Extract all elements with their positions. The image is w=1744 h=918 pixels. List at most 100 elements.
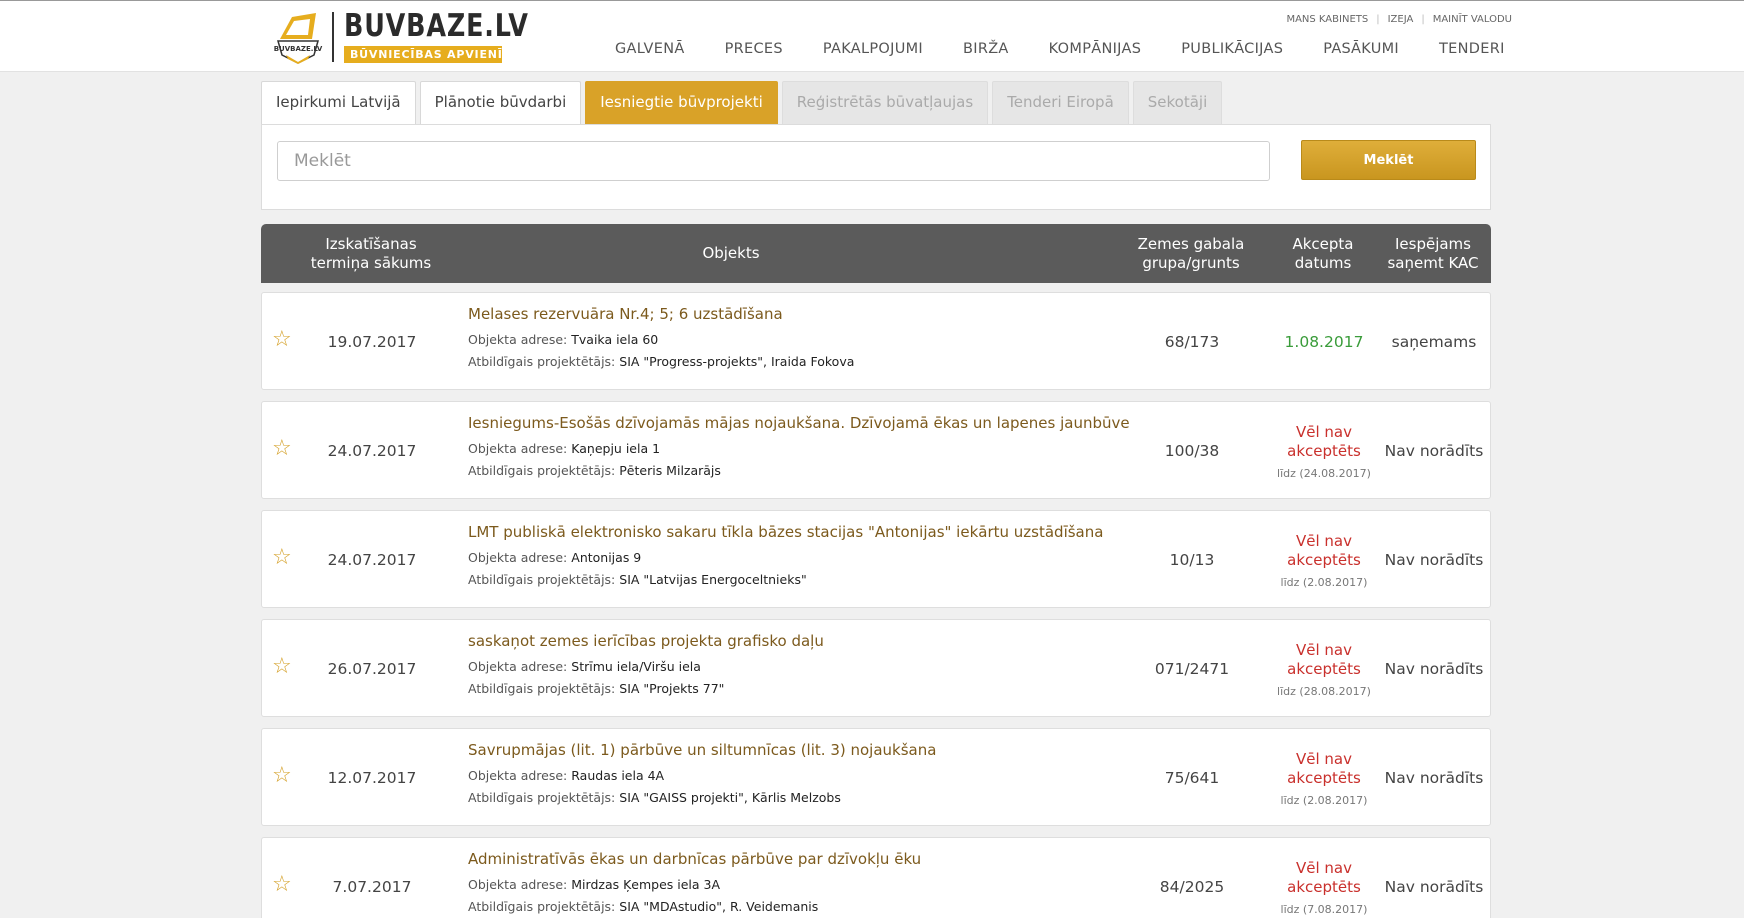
address-value: Kaņepju iela 1 [571, 441, 661, 456]
star-icon[interactable]: ☆ [272, 874, 294, 896]
table-row[interactable]: ☆ 19.07.2017 Melases rezervuāra Nr.4; 5;… [261, 292, 1491, 390]
object-title-link[interactable]: Melases rezervuāra Nr.4; 5; 6 uzstādīšan… [468, 303, 1168, 325]
tab-planotie-buvdarbi[interactable]: Plānotie būvdarbi [419, 81, 582, 124]
tab-sekotaji[interactable]: Sekotāji [1132, 81, 1223, 124]
star-icon[interactable]: ☆ [272, 438, 294, 460]
plot-group: 100/38 [1164, 442, 1220, 460]
address-value: Tvaika iela 60 [571, 332, 659, 347]
accept-until-date: līdz (7.08.2017) [1280, 902, 1368, 916]
object-address: Objekta adrese: Strīmu iela/Viršu iela [468, 659, 1168, 674]
logo-divider [332, 12, 334, 62]
logo-tagline: BŪVNIECĪBAS APVIENĪBA [344, 46, 520, 63]
column-header-date[interactable]: Izskatīšanas termiņa sākums [301, 224, 441, 283]
table-row[interactable]: ☆ 26.07.2017 saskaņot zemes ierīcības pr… [261, 619, 1491, 717]
nav-item-publikacijas[interactable]: PUBLIKĀCIJAS [1181, 41, 1283, 57]
nav-item-tenderi[interactable]: TENDERI [1439, 41, 1505, 57]
object-designer: Atbildīgais projektētājs: SIA "Latvijas … [468, 572, 1168, 587]
accept-until-date: līdz (2.08.2017) [1280, 793, 1368, 807]
column-header-kac[interactable]: Iespējams saņemt KAC [1381, 224, 1485, 283]
accept-cell: Vēl nav akceptēts līdz (2.08.2017) [1262, 729, 1386, 827]
review-start-date: 7.07.2017 [332, 878, 412, 896]
designer-label: Atbildīgais projektētājs: [468, 354, 616, 369]
table-row[interactable]: ☆ 12.07.2017 Savrupmājas (lit. 1) pārbūv… [261, 728, 1491, 826]
address-label: Objekta adrese: [468, 877, 568, 892]
address-label: Objekta adrese: [468, 332, 568, 347]
star-icon[interactable]: ☆ [272, 656, 294, 678]
plot-group: 84/2025 [1159, 878, 1225, 896]
kac-status: Nav norādīts [1384, 442, 1484, 460]
tab-iesniegtie-buvprojekti[interactable]: Iesniegtie būvprojekti [585, 81, 778, 124]
object-designer: Atbildīgais projektētājs: SIA "GAISS pro… [468, 790, 1168, 805]
address-value: Antonijas 9 [571, 550, 642, 565]
review-start-date: 26.07.2017 [327, 660, 417, 678]
object-title-link[interactable]: LMT publiskā elektronisko sakaru tīkla b… [468, 521, 1168, 543]
address-label: Objekta adrese: [468, 550, 568, 565]
object-title-link[interactable]: Savrupmājas (lit. 1) pārbūve un siltumnī… [468, 739, 1168, 761]
table-header: Izskatīšanas termiņa sākums Objekts Zeme… [261, 224, 1491, 283]
nav-item-pasakumi[interactable]: PASĀKUMI [1323, 41, 1399, 57]
object-designer: Atbildīgais projektētājs: Pēteris Milzar… [468, 463, 1168, 478]
designer-value: Pēteris Milzarājs [619, 463, 721, 478]
object-title-link[interactable]: Iesniegums-Esošās dzīvojamās mājas nojau… [468, 412, 1168, 434]
object-designer: Atbildīgais projektētājs: SIA "MDAstudio… [468, 899, 1168, 914]
column-header-accept[interactable]: Akcepta datums [1278, 224, 1368, 283]
accept-cell: Vēl nav akceptēts līdz (28.08.2017) [1262, 620, 1386, 718]
designer-value: SIA "Projekts 77" [619, 681, 725, 696]
tab-registretas-buvatlaujas[interactable]: Reģistrētās būvatļaujas [781, 81, 989, 124]
designer-label: Atbildīgais projektētājs: [468, 899, 616, 914]
object-address: Objekta adrese: Mirdzas Ķempes iela 3A [468, 877, 1168, 892]
star-icon[interactable]: ☆ [272, 547, 294, 569]
object-address: Objekta adrese: Raudas iela 4A [468, 768, 1168, 783]
change-language-link[interactable]: MAINĪT VALODU [1433, 14, 1512, 25]
logo-name: BUVBAZE.LV [344, 8, 529, 44]
tab-tenderi-eiropa[interactable]: Tenderi Eiropā [992, 81, 1129, 124]
search-button[interactable]: Meklēt [1301, 140, 1476, 180]
accept-cell: Vēl nav akceptēts līdz (7.08.2017) [1262, 838, 1386, 918]
main-nav: GALVENĀ PRECES PAKALPOJUMI BIRŽA KOMPĀNI… [615, 41, 1505, 57]
plot-group: 75/641 [1164, 769, 1220, 787]
my-account-link[interactable]: MANS KABINETS [1286, 14, 1368, 25]
plot-group: 071/2471 [1154, 660, 1230, 678]
object-title-link[interactable]: Administratīvās ēkas un darbnīcas pārbūv… [468, 848, 1168, 870]
designer-label: Atbildīgais projektētājs: [468, 790, 616, 805]
table-row[interactable]: ☆ 24.07.2017 Iesniegums-Esošās dzīvojamā… [261, 401, 1491, 499]
column-header-plot[interactable]: Zemes gabala grupa/grunts [1121, 224, 1261, 283]
object-designer: Atbildīgais projektētājs: SIA "Projekts … [468, 681, 1168, 696]
plot-group: 68/173 [1164, 333, 1220, 351]
separator: | [1421, 14, 1425, 25]
accept-pending-status: Vēl nav akceptēts [1287, 749, 1361, 787]
star-icon[interactable]: ☆ [272, 765, 294, 787]
logout-link[interactable]: IZEJA [1388, 14, 1414, 25]
accept-date: 1.08.2017 [1284, 333, 1364, 351]
address-label: Objekta adrese: [468, 768, 568, 783]
nav-item-birza[interactable]: BIRŽA [963, 41, 1009, 57]
search-panel: Meklēt [261, 124, 1491, 210]
accept-cell: 1.08.2017 [1262, 293, 1386, 391]
accept-until-date: līdz (24.08.2017) [1277, 466, 1371, 480]
address-value: Raudas iela 4A [571, 768, 665, 783]
accept-cell: Vēl nav akceptēts līdz (2.08.2017) [1262, 511, 1386, 609]
object-designer: Atbildīgais projektētājs: SIA "Progress-… [468, 354, 1168, 369]
review-start-date: 19.07.2017 [327, 333, 417, 351]
star-icon[interactable]: ☆ [272, 329, 294, 351]
table-row[interactable]: ☆ 7.07.2017 Administratīvās ēkas un darb… [261, 837, 1491, 918]
category-tabs: Iepirkumi Latvijā Plānotie būvdarbi Iesn… [261, 81, 1226, 124]
accept-until-date: līdz (28.08.2017) [1277, 684, 1371, 698]
address-label: Objekta adrese: [468, 441, 568, 456]
nav-item-galvena[interactable]: GALVENĀ [615, 41, 685, 57]
logo-badge-text: BUVBAZE.LV [274, 45, 323, 53]
table-row[interactable]: ☆ 24.07.2017 LMT publiskā elektronisko s… [261, 510, 1491, 608]
designer-value: SIA "GAISS projekti", Kārlis Melzobs [619, 790, 841, 805]
logo-helmet-icon: BUVBAZE.LV [272, 9, 324, 65]
column-header-object[interactable]: Objekts [467, 224, 995, 283]
site-header: BUVBAZE.LV BUVBAZE.LV BŪVNIECĪBAS APVIEN… [0, 0, 1744, 72]
nav-item-preces[interactable]: PRECES [725, 41, 783, 57]
nav-item-pakalpojumi[interactable]: PAKALPOJUMI [823, 41, 923, 57]
tab-iepirkumi-latvija[interactable]: Iepirkumi Latvijā [261, 81, 416, 124]
site-logo[interactable]: BUVBAZE.LV BUVBAZE.LV BŪVNIECĪBAS APVIEN… [272, 9, 569, 67]
object-title-link[interactable]: saskaņot zemes ierīcības projekta grafis… [468, 630, 1168, 652]
nav-item-kompanijas[interactable]: KOMPĀNIJAS [1049, 41, 1142, 57]
kac-status: Nav norādīts [1384, 769, 1484, 787]
search-input[interactable] [277, 141, 1270, 181]
separator: | [1376, 14, 1380, 25]
